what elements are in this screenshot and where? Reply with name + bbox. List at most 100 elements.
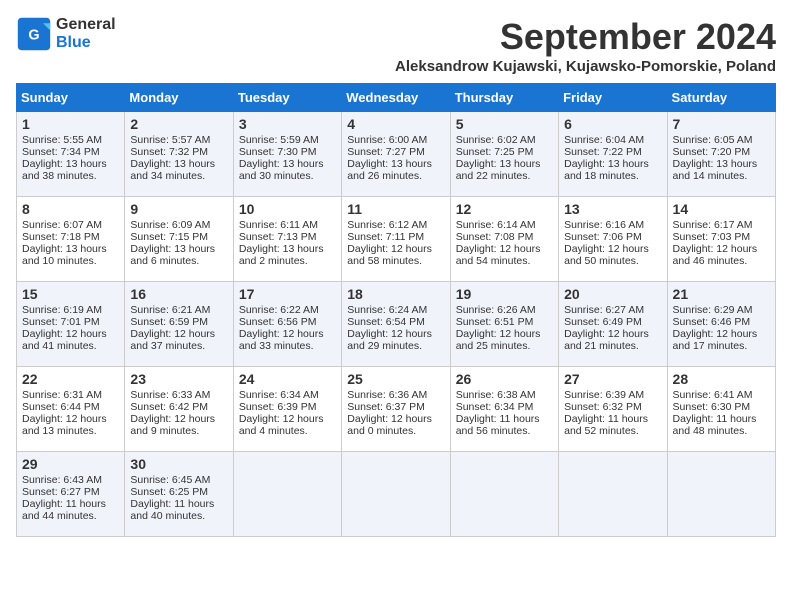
day-number: 3	[239, 116, 336, 132]
calendar-day-cell: 8 Sunrise: 6:07 AM Sunset: 7:18 PM Dayli…	[17, 197, 125, 282]
day-number: 15	[22, 286, 119, 302]
day-number: 4	[347, 116, 444, 132]
day-number: 10	[239, 201, 336, 217]
calendar-day-cell	[342, 452, 450, 537]
daylight-text: Daylight: 13 hours and 38 minutes.	[22, 158, 107, 182]
daylight-text: Daylight: 12 hours and 4 minutes.	[239, 413, 324, 437]
sunset-text: Sunset: 6:39 PM	[239, 401, 317, 413]
sunset-text: Sunset: 6:59 PM	[130, 316, 208, 328]
daylight-text: Daylight: 11 hours and 52 minutes.	[564, 413, 648, 437]
sunrise-text: Sunrise: 6:07 AM	[22, 219, 102, 231]
day-number: 8	[22, 201, 119, 217]
calendar-table: Sunday Monday Tuesday Wednesday Thursday…	[16, 83, 776, 537]
calendar-day-cell: 19 Sunrise: 6:26 AM Sunset: 6:51 PM Dayl…	[450, 282, 558, 367]
daylight-text: Daylight: 11 hours and 44 minutes.	[22, 498, 106, 522]
sunrise-text: Sunrise: 6:31 AM	[22, 389, 102, 401]
sunrise-text: Sunrise: 6:09 AM	[130, 219, 210, 231]
sunset-text: Sunset: 6:51 PM	[456, 316, 534, 328]
day-number: 19	[456, 286, 553, 302]
calendar-day-cell: 28 Sunrise: 6:41 AM Sunset: 6:30 PM Dayl…	[667, 367, 775, 452]
sunset-text: Sunset: 7:34 PM	[22, 146, 100, 158]
calendar-day-cell: 4 Sunrise: 6:00 AM Sunset: 7:27 PM Dayli…	[342, 112, 450, 197]
daylight-text: Daylight: 12 hours and 0 minutes.	[347, 413, 432, 437]
daylight-text: Daylight: 13 hours and 6 minutes.	[130, 243, 215, 267]
day-number: 27	[564, 371, 661, 387]
calendar-day-cell: 2 Sunrise: 5:57 AM Sunset: 7:32 PM Dayli…	[125, 112, 233, 197]
calendar-week-row: 8 Sunrise: 6:07 AM Sunset: 7:18 PM Dayli…	[17, 197, 776, 282]
sunrise-text: Sunrise: 6:45 AM	[130, 474, 210, 486]
daylight-text: Daylight: 11 hours and 48 minutes.	[673, 413, 757, 437]
sunset-text: Sunset: 7:30 PM	[239, 146, 317, 158]
calendar-day-cell: 25 Sunrise: 6:36 AM Sunset: 6:37 PM Dayl…	[342, 367, 450, 452]
sunrise-text: Sunrise: 6:02 AM	[456, 134, 536, 146]
sunset-text: Sunset: 7:20 PM	[673, 146, 751, 158]
day-number: 12	[456, 201, 553, 217]
day-number: 26	[456, 371, 553, 387]
sunrise-text: Sunrise: 6:00 AM	[347, 134, 427, 146]
sunrise-text: Sunrise: 6:04 AM	[564, 134, 644, 146]
sunset-text: Sunset: 6:25 PM	[130, 486, 208, 498]
sunrise-text: Sunrise: 6:05 AM	[673, 134, 753, 146]
calendar-day-cell: 1 Sunrise: 5:55 AM Sunset: 7:34 PM Dayli…	[17, 112, 125, 197]
sunset-text: Sunset: 7:22 PM	[564, 146, 642, 158]
sunrise-text: Sunrise: 6:41 AM	[673, 389, 753, 401]
col-friday: Friday	[559, 84, 667, 112]
day-number: 18	[347, 286, 444, 302]
day-number: 25	[347, 371, 444, 387]
daylight-text: Daylight: 12 hours and 13 minutes.	[22, 413, 107, 437]
day-number: 30	[130, 456, 227, 472]
daylight-text: Daylight: 12 hours and 17 minutes.	[673, 328, 758, 352]
day-number: 9	[130, 201, 227, 217]
daylight-text: Daylight: 12 hours and 9 minutes.	[130, 413, 215, 437]
sunrise-text: Sunrise: 6:29 AM	[673, 304, 753, 316]
sunset-text: Sunset: 7:11 PM	[347, 231, 424, 243]
daylight-text: Daylight: 12 hours and 37 minutes.	[130, 328, 215, 352]
day-number: 21	[673, 286, 770, 302]
day-number: 24	[239, 371, 336, 387]
daylight-text: Daylight: 12 hours and 58 minutes.	[347, 243, 432, 267]
calendar-day-cell: 26 Sunrise: 6:38 AM Sunset: 6:34 PM Dayl…	[450, 367, 558, 452]
calendar-week-row: 29 Sunrise: 6:43 AM Sunset: 6:27 PM Dayl…	[17, 452, 776, 537]
calendar-day-cell	[450, 452, 558, 537]
sunrise-text: Sunrise: 5:57 AM	[130, 134, 210, 146]
sunset-text: Sunset: 6:37 PM	[347, 401, 425, 413]
calendar-day-cell: 15 Sunrise: 6:19 AM Sunset: 7:01 PM Dayl…	[17, 282, 125, 367]
month-title: September 2024	[395, 16, 776, 58]
calendar-day-cell: 7 Sunrise: 6:05 AM Sunset: 7:20 PM Dayli…	[667, 112, 775, 197]
sunset-text: Sunset: 6:56 PM	[239, 316, 317, 328]
daylight-text: Daylight: 12 hours and 29 minutes.	[347, 328, 432, 352]
logo-icon: G	[16, 16, 52, 52]
calendar-day-cell: 18 Sunrise: 6:24 AM Sunset: 6:54 PM Dayl…	[342, 282, 450, 367]
day-number: 23	[130, 371, 227, 387]
calendar-day-cell: 24 Sunrise: 6:34 AM Sunset: 6:39 PM Dayl…	[233, 367, 341, 452]
logo-text: General Blue	[56, 16, 116, 51]
sunset-text: Sunset: 6:42 PM	[130, 401, 208, 413]
day-number: 7	[673, 116, 770, 132]
sunset-text: Sunset: 7:08 PM	[456, 231, 534, 243]
calendar-day-cell: 5 Sunrise: 6:02 AM Sunset: 7:25 PM Dayli…	[450, 112, 558, 197]
calendar-day-cell	[667, 452, 775, 537]
sunset-text: Sunset: 7:06 PM	[564, 231, 642, 243]
day-number: 6	[564, 116, 661, 132]
col-wednesday: Wednesday	[342, 84, 450, 112]
daylight-text: Daylight: 13 hours and 22 minutes.	[456, 158, 541, 182]
day-number: 13	[564, 201, 661, 217]
daylight-text: Daylight: 11 hours and 56 minutes.	[456, 413, 540, 437]
calendar-day-cell: 9 Sunrise: 6:09 AM Sunset: 7:15 PM Dayli…	[125, 197, 233, 282]
calendar-header-row: Sunday Monday Tuesday Wednesday Thursday…	[17, 84, 776, 112]
sunset-text: Sunset: 6:54 PM	[347, 316, 425, 328]
calendar-day-cell: 22 Sunrise: 6:31 AM Sunset: 6:44 PM Dayl…	[17, 367, 125, 452]
calendar-day-cell: 14 Sunrise: 6:17 AM Sunset: 7:03 PM Dayl…	[667, 197, 775, 282]
daylight-text: Daylight: 13 hours and 18 minutes.	[564, 158, 649, 182]
calendar-day-cell: 6 Sunrise: 6:04 AM Sunset: 7:22 PM Dayli…	[559, 112, 667, 197]
svg-text:G: G	[28, 27, 39, 43]
sunrise-text: Sunrise: 6:16 AM	[564, 219, 644, 231]
daylight-text: Daylight: 12 hours and 25 minutes.	[456, 328, 541, 352]
sunrise-text: Sunrise: 6:43 AM	[22, 474, 102, 486]
daylight-text: Daylight: 13 hours and 2 minutes.	[239, 243, 324, 267]
sunset-text: Sunset: 6:49 PM	[564, 316, 642, 328]
day-number: 11	[347, 201, 444, 217]
daylight-text: Daylight: 13 hours and 30 minutes.	[239, 158, 324, 182]
day-number: 16	[130, 286, 227, 302]
sunset-text: Sunset: 7:27 PM	[347, 146, 425, 158]
